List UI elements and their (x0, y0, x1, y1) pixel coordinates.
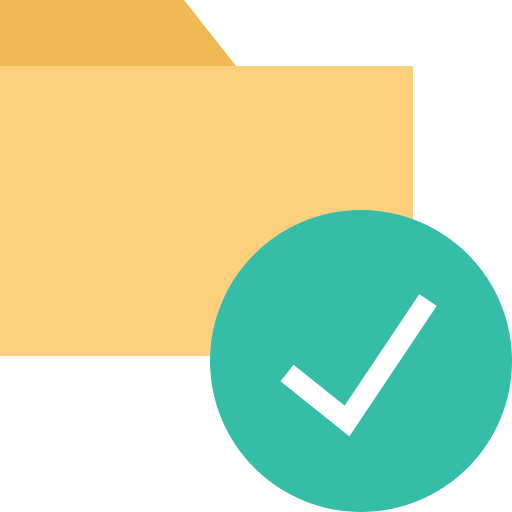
check-badge (210, 210, 512, 512)
folder-check-icon (0, 0, 512, 512)
folder-check-graphic (0, 0, 512, 512)
folder-tab (0, 0, 236, 66)
badge-circle (210, 210, 512, 512)
